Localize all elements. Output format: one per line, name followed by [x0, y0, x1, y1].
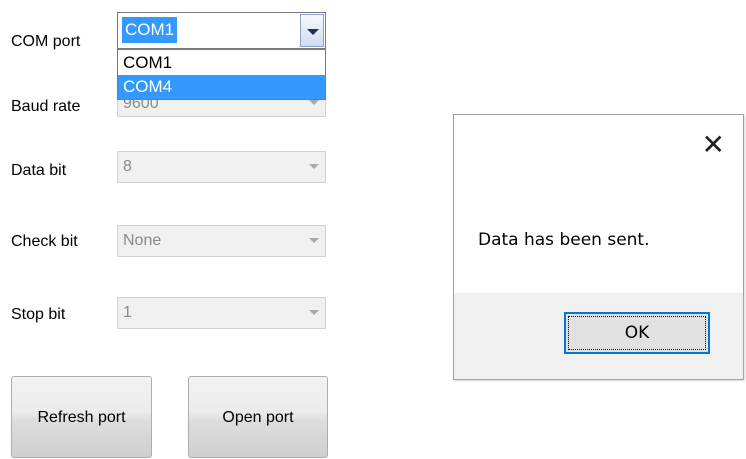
dropdown-arrow-icon: [309, 310, 319, 315]
refresh-port-button[interactable]: Refresh port: [11, 376, 152, 458]
com-port-label: COM port: [11, 33, 81, 50]
stop-bit-value: 1: [123, 304, 132, 321]
com-port-selected-value: COM1: [122, 17, 178, 43]
dropdown-arrow-icon: [309, 100, 319, 105]
message-dialog: ✕ Data has been sent. OK: [453, 114, 744, 380]
dropdown-arrow-icon: [307, 29, 319, 35]
dialog-footer: OK: [454, 293, 743, 379]
com-port-select[interactable]: COM1: [117, 12, 326, 49]
check-bit-select[interactable]: None: [117, 225, 326, 257]
stop-bit-select[interactable]: 1: [117, 297, 326, 329]
close-icon[interactable]: ✕: [702, 131, 725, 159]
stop-bit-label: Stop bit: [11, 306, 66, 323]
focus-rect: [568, 316, 706, 350]
data-bit-value: 8: [123, 158, 132, 175]
com-port-option-highlighted[interactable]: COM4: [118, 75, 325, 99]
data-bit-label: Data bit: [11, 162, 67, 179]
com-port-dropdown-list: COM1 COM4: [117, 49, 326, 100]
dialog-message: Data has been sent.: [478, 230, 650, 250]
dropdown-arrow-icon: [309, 164, 319, 169]
com-port-dropdown-button[interactable]: [300, 14, 324, 47]
com-port-option[interactable]: COM1: [118, 51, 325, 75]
open-port-button[interactable]: Open port: [188, 376, 328, 458]
dropdown-arrow-icon: [309, 238, 319, 243]
baud-rate-label: Baud rate: [11, 98, 81, 115]
check-bit-label: Check bit: [11, 233, 78, 250]
data-bit-select[interactable]: 8: [117, 151, 326, 183]
check-bit-value: None: [123, 232, 162, 249]
ok-button[interactable]: OK: [564, 312, 710, 354]
